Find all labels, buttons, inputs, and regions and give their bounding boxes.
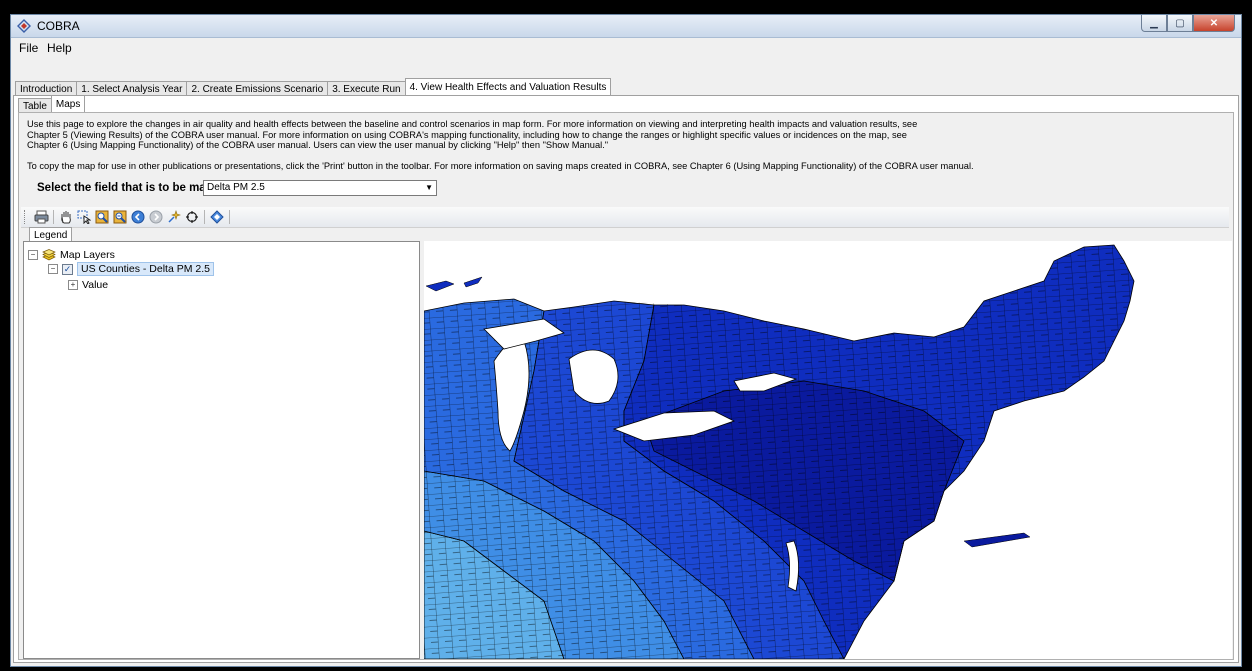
identify-button[interactable] <box>166 209 182 225</box>
back-button[interactable] <box>130 209 146 225</box>
layer-button[interactable] <box>209 209 225 225</box>
map-canvas[interactable] <box>424 241 1232 659</box>
toolbar-grip <box>24 210 29 224</box>
county-borders <box>424 245 1134 659</box>
tree-layer-us-counties[interactable]: − ✓ US Counties - Delta PM 2.5 <box>48 262 214 276</box>
field-select-value: Delta PM 2.5 <box>207 182 265 193</box>
county-map[interactable] <box>424 241 1232 659</box>
maps-panel: Use this page to explore the changes in … <box>18 112 1234 660</box>
tree-root-map-layers[interactable]: − Map Layers <box>28 248 115 262</box>
layer-visibility-checkbox[interactable]: ✓ <box>62 263 73 275</box>
menu-help[interactable]: Help <box>47 41 72 55</box>
forward-button[interactable] <box>148 209 164 225</box>
collapse-icon[interactable]: − <box>48 264 58 274</box>
island-shape <box>425 280 455 292</box>
select-button[interactable] <box>76 209 92 225</box>
title-bar[interactable]: COBRA ▁ ▢ ✕ <box>11 15 1241 38</box>
tab-content: Table Maps Use this page to explore the … <box>13 95 1239 663</box>
forward-icon <box>149 210 163 224</box>
maximize-button[interactable]: ▢ <box>1167 15 1193 32</box>
layer-icon <box>210 210 224 224</box>
print-button[interactable] <box>33 209 49 225</box>
cobra-logo-icon <box>17 19 31 33</box>
full-extent-button[interactable] <box>184 209 200 225</box>
pan-button[interactable] <box>58 209 74 225</box>
layer-label[interactable]: US Counties - Delta PM 2.5 <box>77 262 214 276</box>
back-icon <box>131 210 145 224</box>
zoom-out-icon <box>113 210 127 224</box>
map-layers-label: Map Layers <box>60 249 115 261</box>
toolbar-separator <box>53 210 54 224</box>
print-icon <box>34 210 48 224</box>
minimize-icon: ▁ <box>1150 17 1158 29</box>
sub-tabs: Table Maps <box>18 95 86 114</box>
chevron-down-icon: ▼ <box>425 183 433 192</box>
pan-icon <box>61 211 71 224</box>
maximize-icon: ▢ <box>1175 17 1185 29</box>
minimize-button[interactable]: ▁ <box>1141 15 1167 32</box>
print-instructions-text: To copy the map for use in other publica… <box>27 161 974 171</box>
expand-icon[interactable]: + <box>68 280 78 290</box>
zoom-out-button[interactable] <box>112 209 128 225</box>
layers-icon <box>42 249 56 261</box>
collapse-icon[interactable]: − <box>28 250 38 260</box>
select-icon <box>77 210 91 224</box>
zoom-in-icon <box>95 210 109 224</box>
field-select-dropdown[interactable]: Delta PM 2.5 ▼ <box>203 180 437 196</box>
main-tabs: Introduction 1. Select Analysis Year 2. … <box>15 78 612 97</box>
tree-value-node[interactable]: + Value <box>68 278 108 292</box>
menu-file[interactable]: File <box>19 41 38 55</box>
description-text: Use this page to explore the changes in … <box>27 119 918 150</box>
close-icon: ✕ <box>1209 17 1219 29</box>
identify-icon <box>168 210 181 223</box>
full-extent-icon <box>186 211 198 223</box>
zoom-in-button[interactable] <box>94 209 110 225</box>
island-shape <box>963 532 1031 548</box>
toolbar-separator <box>204 210 205 224</box>
window-title: COBRA <box>37 19 80 33</box>
island-shape <box>463 276 483 288</box>
toolbar-separator <box>229 210 230 224</box>
window-controls: ▁ ▢ ✕ <box>1141 15 1235 33</box>
value-label: Value <box>82 279 109 291</box>
close-button[interactable]: ✕ <box>1193 15 1235 32</box>
menu-bar: File Help <box>11 38 1241 58</box>
app-window: COBRA ▁ ▢ ✕ File Help Introduction 1. Se… <box>10 14 1242 667</box>
legend-panel: − Map Layers − ✓ US Counties - Delta PM … <box>23 241 420 659</box>
map-toolbar <box>21 207 1229 228</box>
